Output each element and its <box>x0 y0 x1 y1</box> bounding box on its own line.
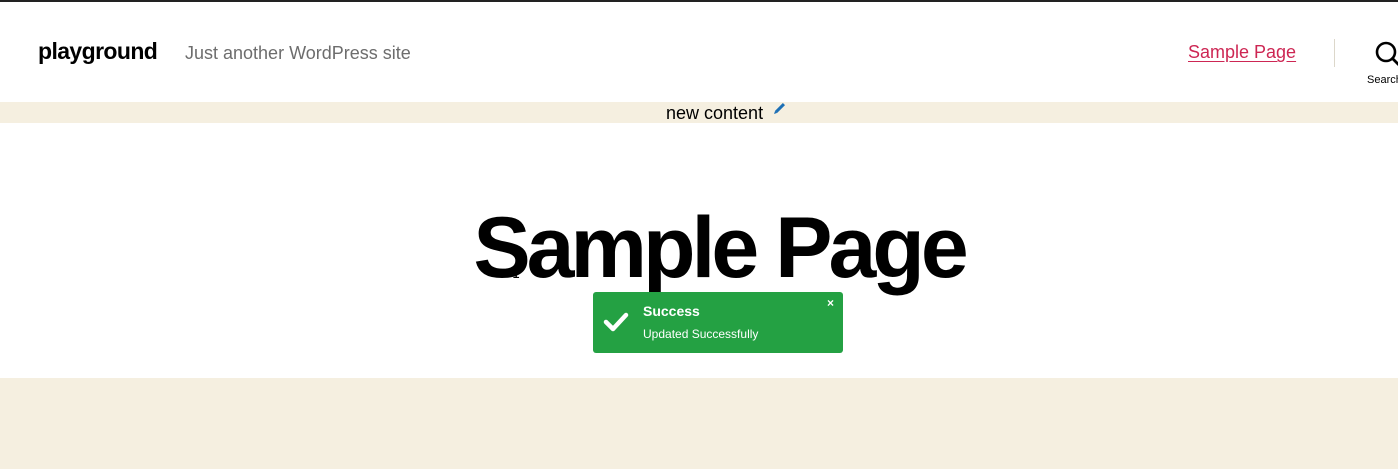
text-cursor-icon: I <box>512 266 521 282</box>
success-toast: Success Updated Successfully × <box>593 292 843 353</box>
search-icon <box>1375 41 1398 66</box>
search-toggle-button[interactable]: Search <box>1366 40 1398 90</box>
close-icon[interactable]: × <box>827 296 834 310</box>
nav-divider <box>1334 39 1335 67</box>
content-strip: new content <box>0 102 1398 123</box>
toast-title: Success <box>643 303 700 319</box>
strip-text[interactable]: new content <box>666 103 763 124</box>
page-title: Sample Page <box>473 200 968 296</box>
toast-message: Updated Successfully <box>643 327 759 341</box>
site-tagline: Just another WordPress site <box>185 43 411 63</box>
check-icon <box>603 312 629 332</box>
search-label: Search <box>1367 74 1398 86</box>
site-header: playground Just another WordPress site S… <box>0 2 1398 102</box>
site-title-link[interactable]: playground <box>38 38 158 65</box>
content-band <box>0 378 1398 469</box>
pencil-icon[interactable] <box>771 101 787 117</box>
nav-item-sample-page[interactable]: Sample Page <box>1188 42 1296 63</box>
